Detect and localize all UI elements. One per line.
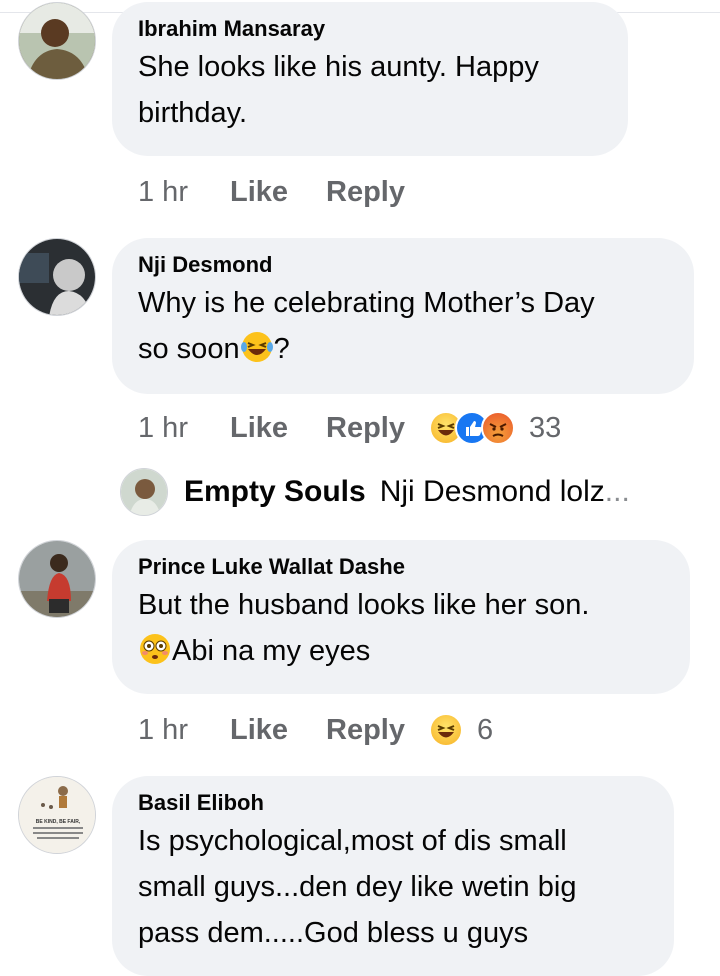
comment-text-fragment: Abi na my eyes: [172, 635, 371, 667]
comment-text-line: Is psychological,most of dis small: [138, 825, 567, 857]
comment-time[interactable]: 1 hr: [138, 412, 188, 445]
comment-text-line: She looks like his aunty. Happy: [138, 51, 539, 83]
comment-meta: 1 hr Like Reply 6: [138, 710, 493, 750]
avatar-prince-luke-wallat-dashe[interactable]: [18, 540, 96, 618]
comment-bubble[interactable]: Prince Luke Wallat Dashe But the husband…: [112, 540, 690, 694]
like-button[interactable]: Like: [230, 412, 288, 445]
comment-author[interactable]: Basil Eliboh: [138, 790, 652, 816]
comment-author[interactable]: Prince Luke Wallat Dashe: [138, 554, 668, 580]
avatar-photo: [19, 3, 95, 79]
comment-bubble[interactable]: Ibrahim Mansaray She looks like his aunt…: [112, 2, 628, 156]
reply-button[interactable]: Reply: [326, 714, 405, 747]
avatar-ibrahim-mansaray[interactable]: [18, 2, 96, 80]
comment-meta: 1 hr Like Reply: [138, 172, 443, 212]
comment-text-line: so soon ?: [138, 326, 672, 372]
reply-button[interactable]: Reply: [326, 176, 405, 209]
comment-text-line: Why is he celebrating Mother’s Day: [138, 287, 595, 319]
comment-bubble[interactable]: Basil Eliboh Is psychological,most of di…: [112, 776, 674, 976]
comment-text-fragment: so soon: [138, 333, 240, 365]
like-button[interactable]: Like: [230, 714, 288, 747]
reply-ellipsis: ...: [604, 475, 630, 508]
angry-icon: [481, 411, 515, 445]
haha-icon: [429, 713, 463, 747]
reaction-count[interactable]: 33: [529, 412, 561, 445]
avatar-basil-eliboh[interactable]: BE KIND, BE FAIR,: [18, 776, 96, 854]
comment-bubble[interactable]: Nji Desmond Why is he celebrating Mother…: [112, 238, 694, 394]
reply-author[interactable]: Empty Souls: [184, 475, 366, 509]
comment-text-line: But the husband looks like her son.: [138, 589, 590, 621]
reaction-count[interactable]: 6: [477, 714, 493, 747]
avatar-nji-desmond[interactable]: [18, 238, 96, 316]
reply-text: Nji Desmond lolz: [379, 475, 605, 508]
avatar-caption: BE KIND, BE FAIR,: [36, 819, 81, 825]
comment-text-line: pass dem.....God bless u guys: [138, 917, 529, 949]
reaction-summary[interactable]: [429, 713, 463, 747]
comment-author[interactable]: Nji Desmond: [138, 252, 672, 278]
avatar-photo: [19, 541, 95, 617]
avatar-photo: BE KIND, BE FAIR,: [19, 777, 95, 853]
flushed-emoji: [140, 634, 170, 664]
reaction-summary[interactable]: [429, 411, 515, 445]
comment-text-fragment: ?: [273, 333, 290, 365]
reply-preview[interactable]: Empty Souls Nji Desmond lolz ...: [120, 468, 630, 516]
comment-text-line: small guys...den dey like wetin big: [138, 871, 577, 903]
comment-text-line: Abi na my eyes: [138, 628, 668, 674]
comment-author[interactable]: Ibrahim Mansaray: [138, 16, 606, 42]
comment-meta: 1 hr Like Reply 33: [138, 408, 561, 448]
avatar-photo: [121, 469, 167, 515]
avatar-empty-souls[interactable]: [120, 468, 168, 516]
reply-button[interactable]: Reply: [326, 412, 405, 445]
comment-time[interactable]: 1 hr: [138, 176, 188, 209]
comment-text-line: birthday.: [138, 97, 248, 129]
comment-time[interactable]: 1 hr: [138, 714, 188, 747]
like-button[interactable]: Like: [230, 176, 288, 209]
laughing-tears-emoji: [240, 332, 273, 362]
avatar-photo: [19, 239, 95, 315]
